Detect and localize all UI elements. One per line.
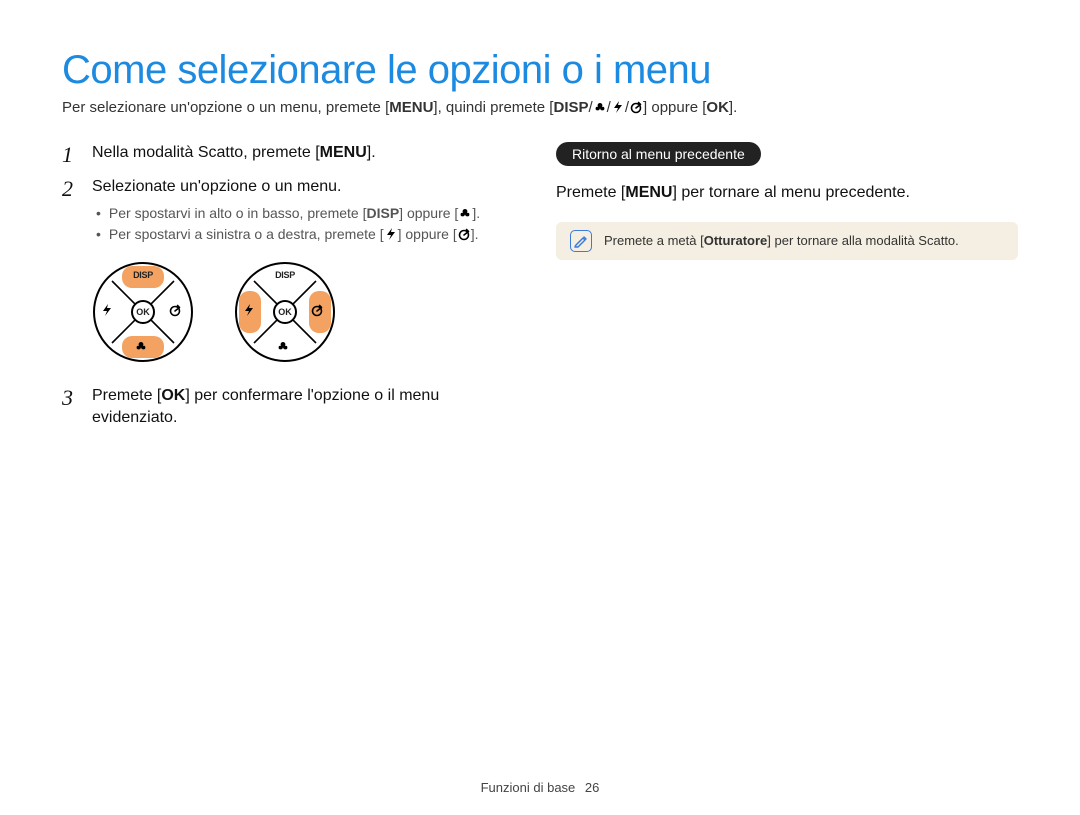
step-2-text: Selezionate un'opzione o un menu. Per sp… xyxy=(92,176,480,247)
b2-b: ] oppure [ xyxy=(398,226,457,242)
note-text: Premete a metà [Otturatore] per tornare … xyxy=(604,233,959,248)
dial-disp: DISP xyxy=(133,270,153,280)
step-1-num: 1 xyxy=(62,142,80,166)
footer-section: Funzioni di base xyxy=(481,780,576,795)
right-column: Ritorno al menu precedente Premete [MENU… xyxy=(556,142,1018,439)
b2-a: Per spostarvi a sinistra o a destra, pre… xyxy=(109,226,384,242)
ok-label: OK xyxy=(161,387,185,404)
b1-b: ] oppure [ xyxy=(399,205,458,221)
timer-icon xyxy=(629,100,643,114)
macro-icon xyxy=(458,206,472,220)
note-box: Premete a metà [Otturatore] per tornare … xyxy=(556,222,1018,260)
macro-icon xyxy=(593,100,607,114)
step-3-num: 3 xyxy=(62,385,80,428)
menu-label: MENU xyxy=(389,99,433,116)
timer-icon xyxy=(168,303,186,321)
intro-a: Per selezionare un'opzione o un menu, pr… xyxy=(62,99,389,116)
footer-page-number: 26 xyxy=(585,780,599,795)
note-a: Premete a metà [ xyxy=(604,233,704,248)
flash-icon xyxy=(100,303,118,321)
step-2-bullet-2: Per spostarvi a sinistra o a destra, pre… xyxy=(96,225,480,244)
step-1-a: Nella modalità Scatto, premete [ xyxy=(92,144,320,161)
b1-a: Per spostarvi in alto o in basso, premet… xyxy=(109,205,367,221)
flash-icon xyxy=(611,100,625,114)
rt-b: ] per tornare al menu precedente. xyxy=(672,184,909,201)
left-column: 1 Nella modalità Scatto, premete [MENU].… xyxy=(62,142,524,439)
note-b: ] per tornare alla modalità Scatto. xyxy=(767,233,959,248)
dial-disp: DISP xyxy=(275,270,295,280)
step-2-main: Selezionate un'opzione o un menu. xyxy=(92,178,341,195)
dial-up-down: DISP OK xyxy=(92,261,194,363)
dial-ok: OK xyxy=(278,307,292,317)
flash-icon xyxy=(242,303,260,321)
step-1-b: ]. xyxy=(367,144,376,161)
dial-left-right: DISP OK xyxy=(234,261,336,363)
intro-b: ], quindi premete [ xyxy=(433,99,553,116)
macro-icon xyxy=(276,339,294,357)
return-menu-text: Premete [MENU] per tornare al menu prece… xyxy=(556,182,1018,204)
dial-diagrams: DISP OK DISP OK xyxy=(92,261,524,363)
timer-icon xyxy=(310,303,328,321)
step-1-text: Nella modalità Scatto, premete [MENU]. xyxy=(92,142,376,166)
disp-label: DISP xyxy=(366,205,399,221)
note-icon xyxy=(570,230,592,252)
step-2: 2 Selezionate un'opzione o un menu. Per … xyxy=(62,176,524,247)
step-3-a: Premete [ xyxy=(92,387,161,404)
step-2-num: 2 xyxy=(62,176,80,247)
b2-c: ]. xyxy=(471,226,479,242)
dial-ok: OK xyxy=(136,307,150,317)
disp-label: DISP xyxy=(553,99,588,116)
b1-c: ]. xyxy=(472,205,480,221)
intro-text: Per selezionare un'opzione o un menu, pr… xyxy=(62,99,1018,116)
ok-label: OK xyxy=(706,99,729,116)
step-3-text: Premete [OK] per confermare l'opzione o … xyxy=(92,385,524,428)
page-title: Come selezionare le opzioni o i menu xyxy=(62,48,1018,93)
step-2-bullet-1: Per spostarvi in alto o in basso, premet… xyxy=(96,204,480,223)
return-menu-pill: Ritorno al menu precedente xyxy=(556,142,761,166)
intro-c: ] oppure [ xyxy=(643,99,706,116)
menu-label: MENU xyxy=(625,184,672,201)
menu-label: MENU xyxy=(320,144,367,161)
timer-icon xyxy=(457,227,471,241)
flash-icon xyxy=(384,227,398,241)
macro-icon xyxy=(134,339,152,357)
intro-d: ]. xyxy=(729,99,737,116)
step-1: 1 Nella modalità Scatto, premete [MENU]. xyxy=(62,142,524,166)
rt-a: Premete [ xyxy=(556,184,625,201)
shutter-label: Otturatore xyxy=(704,233,768,248)
step-3: 3 Premete [OK] per confermare l'opzione … xyxy=(62,385,524,428)
page-footer: Funzioni di base 26 xyxy=(0,780,1080,795)
